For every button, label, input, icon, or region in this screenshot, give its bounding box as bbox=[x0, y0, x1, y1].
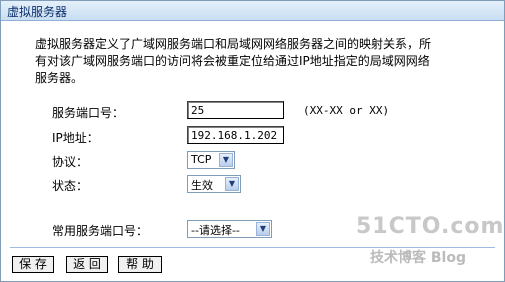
status-label: 状态： bbox=[52, 179, 89, 193]
save-button[interactable]: 保 存 bbox=[12, 256, 54, 273]
port-input[interactable]: 25 bbox=[187, 101, 284, 119]
description-line: 有对该广域网服务端口的访问将会被重定位给通过IP地址指定的局域网网络 bbox=[35, 54, 430, 68]
status-value: 生效 bbox=[191, 179, 213, 192]
window-title: 虚拟服务器 bbox=[7, 5, 68, 19]
common-port-value: --请选择-- bbox=[191, 224, 240, 237]
watermark-blog: 技术博客 Blog bbox=[370, 250, 466, 266]
port-label: 服务端口号： bbox=[52, 106, 125, 120]
help-button[interactable]: 帮 助 bbox=[118, 256, 162, 273]
common-port-select[interactable]: --请选择-- ▼ bbox=[187, 220, 272, 238]
ip-label: IP地址： bbox=[52, 131, 99, 145]
chevron-down-icon[interactable]: ▼ bbox=[219, 153, 233, 167]
back-button[interactable]: 返 回 bbox=[66, 256, 108, 273]
port-hint: (XX-XX or XX) bbox=[303, 104, 390, 117]
description: 虚拟服务器定义了广域网服务端口和局域网网络服务器之间的映射关系，所 有对该广域网… bbox=[35, 36, 475, 87]
protocol-value: TCP bbox=[191, 153, 212, 166]
title-bar: 虚拟服务器 bbox=[1, 1, 504, 21]
ip-address-input[interactable]: 192.168.1.202 bbox=[187, 126, 284, 144]
protocol-select[interactable]: TCP ▼ bbox=[187, 151, 235, 169]
watermark-site: 51CTO.com bbox=[356, 214, 505, 239]
chevron-down-icon[interactable]: ▼ bbox=[225, 177, 239, 191]
chevron-down-icon[interactable]: ▼ bbox=[256, 222, 270, 236]
description-line: 服务器。 bbox=[35, 71, 84, 85]
description-line: 虚拟服务器定义了广域网服务端口和局域网网络服务器之间的映射关系，所 bbox=[35, 37, 432, 51]
common-port-label: 常用服务端口号： bbox=[52, 224, 149, 238]
protocol-label: 协议： bbox=[52, 155, 89, 169]
status-select[interactable]: 生效 ▼ bbox=[187, 175, 241, 193]
